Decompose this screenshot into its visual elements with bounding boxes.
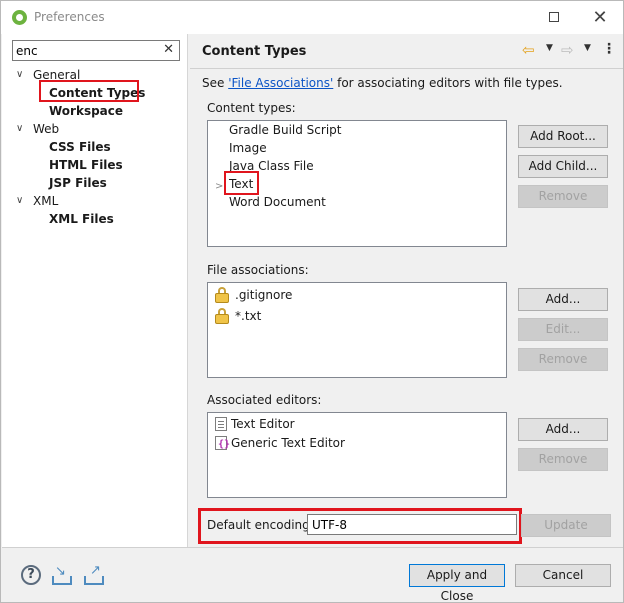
editor-generic-text-editor[interactable]: Generic Text Editor [231, 434, 345, 452]
tree-item-web[interactable]: ∨ Web [2, 120, 188, 138]
file-associations-hint: See 'File Associations' for associating … [202, 76, 563, 90]
view-menu-icon[interactable]: ⋮ [602, 41, 616, 57]
file-associations-list[interactable]: .gitignore *.txt [207, 282, 507, 378]
title-bar: Preferences ✕ [1, 1, 623, 34]
page-title: Content Types [202, 44, 307, 59]
tree-item-label: JSP Files [49, 176, 107, 190]
associated-editors-label: Associated editors: [207, 393, 322, 407]
forward-dropdown-icon[interactable]: ▼ [584, 43, 591, 53]
tree-item-html-files[interactable]: HTML Files [2, 156, 188, 174]
lock-icon [215, 287, 229, 303]
generic-editor-icon: {} [215, 436, 230, 452]
collapsed-chevron-icon[interactable]: > [215, 181, 223, 192]
apply-and-close-button[interactable]: Apply and Close [409, 564, 505, 603]
text-editor-icon [215, 417, 227, 431]
tree-item-jsp-files[interactable]: JSP Files [2, 174, 188, 192]
spring-leaf-icon [12, 10, 27, 25]
filter-input[interactable] [16, 43, 156, 58]
expanded-chevron-icon[interactable]: ∨ [16, 66, 23, 84]
tree-item-label: Workspace [49, 104, 124, 118]
content-types-page: Content Types ⇦ ▼ ⇨ ▼ ⋮ See 'File Associ… [190, 34, 623, 547]
footer-divider [2, 547, 623, 548]
close-button[interactable]: ✕ [577, 1, 623, 34]
preferences-window: Preferences ✕ ✕ ∨ General Content Types … [0, 0, 624, 603]
content-type-word[interactable]: Word Document [229, 193, 326, 211]
edit-file-association-button[interactable]: Edit... [518, 318, 608, 341]
add-file-association-button[interactable]: Add... [518, 288, 608, 311]
update-encoding-button[interactable]: Update [521, 514, 611, 537]
tree-item-label: HTML Files [49, 158, 123, 172]
content-type-gradle[interactable]: Gradle Build Script [229, 121, 341, 139]
tree-item-workspace[interactable]: Workspace [2, 102, 188, 120]
selection-highlight-box [39, 80, 139, 102]
window-title: Preferences [34, 10, 105, 24]
hint-suffix: for associating editors with file types. [333, 76, 563, 90]
file-association-txt[interactable]: *.txt [235, 307, 261, 325]
default-encoding-input[interactable] [307, 514, 517, 535]
header-divider [190, 68, 623, 69]
page-navigation: ⇦ ▼ ⇨ ▼ ⋮ [522, 41, 622, 60]
tree-item-label: XML [33, 194, 59, 208]
file-associations-link[interactable]: 'File Associations' [228, 76, 333, 90]
import-icon[interactable]: ↘ [51, 564, 73, 586]
maximize-icon [549, 12, 559, 22]
text-selection-highlight-box [224, 171, 259, 195]
content-type-image[interactable]: Image [229, 139, 267, 157]
hint-prefix: See [202, 76, 229, 90]
export-icon[interactable]: ↗ [83, 563, 105, 586]
remove-file-association-button[interactable]: Remove [518, 348, 608, 371]
tree-item-label: Web [33, 122, 60, 136]
clear-filter-icon[interactable]: ✕ [163, 42, 174, 57]
maximize-button[interactable] [531, 1, 577, 34]
file-association-gitignore[interactable]: .gitignore [235, 286, 292, 304]
add-editor-button[interactable]: Add... [518, 418, 608, 441]
preference-tree-pane: ✕ ∨ General Content Types Workspace ∨ We… [2, 34, 188, 547]
back-dropdown-icon[interactable]: ▼ [546, 43, 553, 53]
remove-content-type-button[interactable]: Remove [518, 185, 608, 208]
remove-editor-button[interactable]: Remove [518, 448, 608, 471]
back-arrow-icon[interactable]: ⇦ [522, 41, 535, 59]
help-icon[interactable]: ? [21, 565, 41, 585]
tree-item-label: CSS Files [49, 140, 111, 154]
content-types-label: Content types: [207, 101, 296, 115]
tree-item-xml-files[interactable]: XML Files [2, 210, 188, 228]
tree-item-label: XML Files [49, 212, 114, 226]
cancel-button[interactable]: Cancel [515, 564, 611, 587]
file-associations-label: File associations: [207, 263, 309, 277]
forward-arrow-icon[interactable]: ⇨ [561, 41, 574, 59]
tree-item-css-files[interactable]: CSS Files [2, 138, 188, 156]
expanded-chevron-icon[interactable]: ∨ [16, 120, 23, 138]
default-encoding-label: Default encoding: [207, 518, 314, 532]
tree-item-xml[interactable]: ∨ XML [2, 192, 188, 210]
add-root-button[interactable]: Add Root... [518, 125, 608, 148]
page-header: Content Types ⇦ ▼ ⇨ ▼ ⋮ [190, 34, 623, 68]
add-child-button[interactable]: Add Child... [518, 155, 608, 178]
associated-editors-list[interactable]: Text Editor {} Generic Text Editor [207, 412, 507, 498]
lock-icon [215, 308, 229, 324]
filter-box: ✕ [12, 40, 180, 61]
editor-text-editor[interactable]: Text Editor [231, 415, 295, 433]
expanded-chevron-icon[interactable]: ∨ [16, 192, 23, 210]
